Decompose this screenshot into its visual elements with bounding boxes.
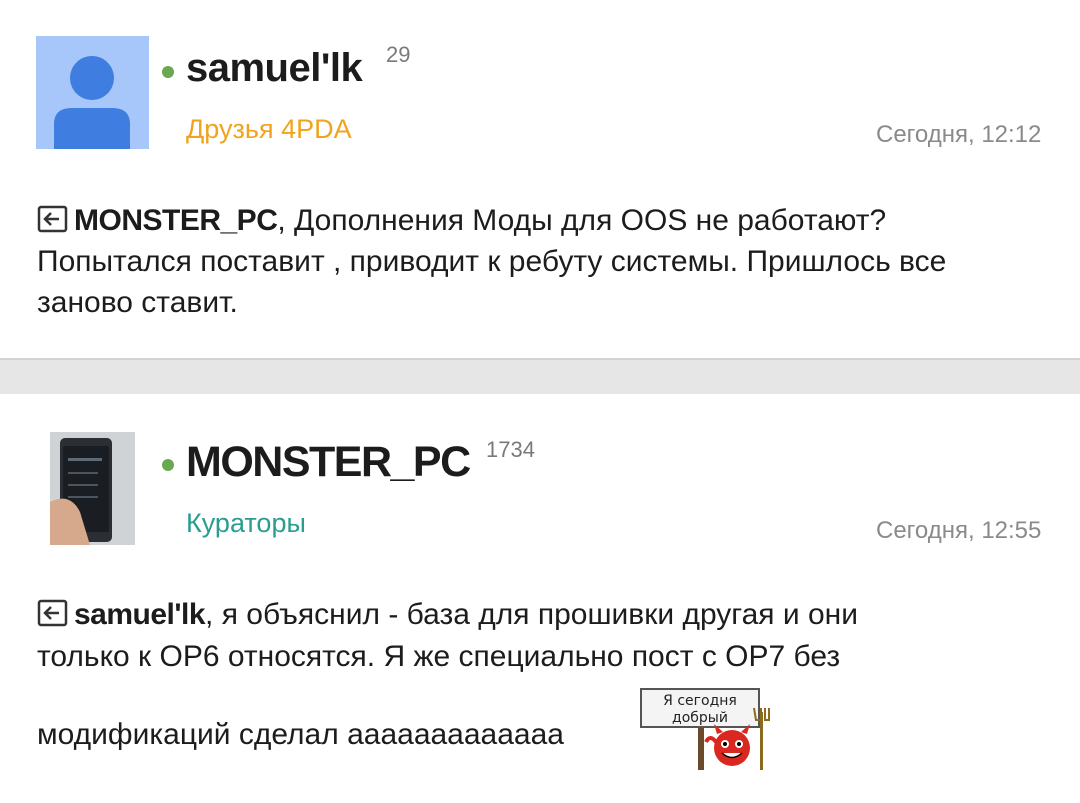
online-dot-icon xyxy=(162,66,174,78)
devil-smiley-icon: Я сегодня добрый xyxy=(640,686,770,770)
smiley-sign-line-2: добрый xyxy=(672,710,728,726)
avatar-default-icon[interactable] xyxy=(36,36,149,149)
user-group: Друзья 4PDA xyxy=(186,114,352,144)
post-divider xyxy=(0,358,1080,394)
post-text-line-1: samuel'lk, я объяснил - база для прошивк… xyxy=(37,598,858,632)
reputation-count: 29 xyxy=(386,42,411,67)
reply-quote-icon[interactable] xyxy=(37,205,68,233)
quoted-user-link[interactable]: MONSTER_PC xyxy=(74,204,278,237)
post-text-line-3: модификаций сделал ааааааааааааа xyxy=(37,718,564,751)
author-nick[interactable]: samuel'lk xyxy=(186,46,363,91)
post-body: MONSTER_PC, Дополнения Моды для OOS не р… xyxy=(37,200,1047,323)
smiley-sign-line-1: Я сегодня xyxy=(663,693,737,709)
post-timestamp: Сегодня, 12:12 xyxy=(876,121,1042,148)
quoted-user-link[interactable]: samuel'lk xyxy=(74,598,206,631)
reply-quote-icon[interactable] xyxy=(37,599,68,627)
post-timestamp: Сегодня, 12:55 xyxy=(876,517,1042,544)
post-text: , я объяснил - база для прошивки другая … xyxy=(205,598,858,631)
reputation-count: 1734 xyxy=(486,437,535,462)
post-text-line-2: только к OP6 относятся. Я же специально … xyxy=(37,640,841,673)
avatar-phone-photo[interactable] xyxy=(50,432,135,545)
online-dot-icon xyxy=(162,459,174,471)
post-1: samuel'lk 29 Друзья 4PDA Сегодня, 12:12 … xyxy=(0,0,1080,358)
author-nick[interactable]: MONSTER_PC xyxy=(186,438,471,487)
user-group: Кураторы xyxy=(186,508,306,538)
